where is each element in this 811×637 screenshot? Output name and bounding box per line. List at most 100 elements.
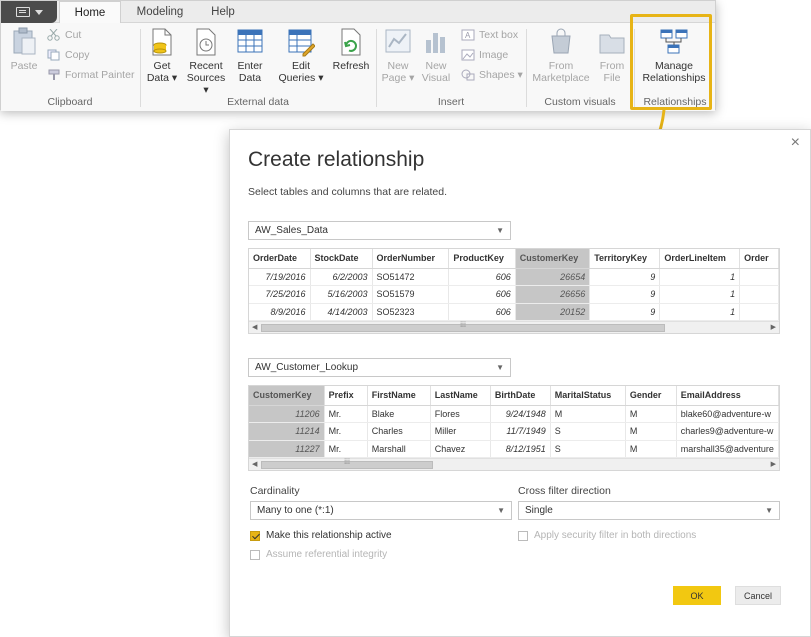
- table-cell: 5/16/2003: [310, 285, 373, 304]
- shapes-label: Shapes ▾: [479, 69, 523, 81]
- table1-preview: OrderDate StockDate OrderNumber ProductKey C…: [249, 249, 779, 321]
- table-cell: M: [625, 422, 677, 441]
- scroll-thumb[interactable]: ⁞⁞⁞: [261, 322, 665, 332]
- image-button[interactable]: Image: [461, 49, 508, 61]
- table-cell: S: [550, 440, 626, 458]
- column-header[interactable]: EmailAddress: [676, 386, 779, 406]
- table-cell: Marshall: [367, 440, 431, 458]
- table-cell: Mr.: [324, 422, 368, 441]
- column-header[interactable]: CustomerKey: [515, 249, 591, 269]
- column-header[interactable]: MaritalStatus: [550, 386, 626, 406]
- table-cell: 1: [659, 285, 741, 304]
- table2-scrollbar[interactable]: ◀ ⁞⁞⁞ ▶: [249, 458, 779, 470]
- table1-select-value: AW_Sales_Data: [255, 225, 328, 236]
- dialog-subtitle: Select tables and columns that are relat…: [248, 186, 448, 198]
- from-file-button[interactable]: From File: [595, 27, 629, 84]
- caret-down-icon: [34, 9, 43, 15]
- get-data-button[interactable]: Get Data ▾: [145, 27, 179, 84]
- copy-icon: [47, 49, 60, 61]
- cardinality-select[interactable]: Many to one (*:1) ▼: [250, 501, 512, 520]
- table2-select[interactable]: AW_Customer_Lookup ▼: [248, 358, 511, 377]
- column-header[interactable]: ProductKey: [448, 249, 516, 269]
- cancel-button[interactable]: Cancel: [735, 586, 781, 605]
- column-header[interactable]: StockDate: [310, 249, 373, 269]
- column-header[interactable]: Prefix: [324, 386, 368, 406]
- security-filter-label: Apply security filter in both directions: [534, 530, 697, 541]
- enter-data-label-1: Enter: [237, 60, 263, 72]
- table-cell: Miller: [430, 422, 491, 441]
- new-page-button[interactable]: New Page ▾: [381, 27, 415, 84]
- format-painter-button[interactable]: Format Painter: [47, 69, 134, 81]
- shapes-button[interactable]: Shapes ▾: [461, 69, 523, 81]
- file-menu-button[interactable]: [1, 1, 57, 23]
- security-filter-checkbox[interactable]: Apply security filter in both directions: [518, 530, 696, 541]
- close-icon[interactable]: ×: [791, 134, 800, 152]
- recent-sources-button[interactable]: Recent Sources ▾: [183, 27, 229, 96]
- table-cell: 6/2/2003: [310, 268, 373, 286]
- relationships-icon: [660, 29, 688, 54]
- tab-help[interactable]: Help: [199, 1, 247, 23]
- enter-data-label-2: Data: [238, 72, 262, 84]
- recent-sources-label-1: Recent: [189, 60, 223, 72]
- cross-filter-label: Cross filter direction: [518, 485, 611, 497]
- table-cell: Blake: [367, 405, 431, 423]
- manage-relationships-button[interactable]: Manage Relationships: [637, 27, 711, 84]
- table1-select[interactable]: AW_Sales_Data ▼: [248, 221, 511, 240]
- column-header[interactable]: LastName: [430, 386, 491, 406]
- table-cell: M: [625, 440, 677, 458]
- table-cell: 9: [589, 285, 661, 304]
- recent-sources-label-2: Sources ▾: [186, 72, 226, 96]
- column-header[interactable]: FirstName: [367, 386, 431, 406]
- new-visual-button[interactable]: New Visual: [419, 27, 453, 84]
- table-cell: 606: [448, 303, 516, 321]
- active-relationship-checkbox[interactable]: Make this relationship active: [250, 530, 392, 541]
- table-cell: 26656: [515, 285, 591, 304]
- paste-icon: [13, 27, 36, 55]
- table-cell: Mr.: [324, 405, 368, 423]
- scroll-left-icon[interactable]: ◀: [252, 460, 257, 468]
- scroll-right-icon[interactable]: ▶: [771, 460, 776, 468]
- column-header[interactable]: OrderDate: [249, 249, 311, 269]
- table-cell: 11206: [249, 405, 325, 423]
- active-relationship-label: Make this relationship active: [266, 530, 392, 541]
- scroll-left-icon[interactable]: ◀: [252, 323, 257, 331]
- new-page-label-2: Page ▾: [381, 72, 415, 84]
- table-cell: 11/7/1949: [490, 422, 551, 441]
- table-cell: 11227: [249, 440, 325, 458]
- table1-scrollbar[interactable]: ◀ ⁞⁞⁞ ▶: [249, 321, 779, 333]
- create-relationship-dialog: × Create relationship Select tables and …: [229, 129, 811, 637]
- chevron-down-icon: ▼: [765, 506, 773, 515]
- tab-modeling[interactable]: Modeling: [125, 1, 195, 23]
- cross-filter-select[interactable]: Single ▼: [518, 501, 780, 520]
- paste-button[interactable]: Paste: [7, 27, 41, 72]
- edit-queries-label-2: Queries ▾: [278, 72, 324, 84]
- table2-preview: CustomerKey Prefix FirstName LastName BirthD…: [249, 386, 779, 458]
- column-header[interactable]: Order: [739, 249, 779, 269]
- enter-data-button[interactable]: Enter Data: [233, 27, 267, 84]
- scroll-thumb[interactable]: ⁞⁞⁞: [261, 459, 433, 469]
- column-header[interactable]: TerritoryKey: [589, 249, 661, 269]
- from-marketplace-label-2: Marketplace: [532, 72, 590, 84]
- referential-integrity-checkbox[interactable]: Assume referential integrity: [250, 549, 387, 560]
- tab-home[interactable]: Home: [59, 1, 121, 24]
- column-header[interactable]: OrderLineItem: [659, 249, 741, 269]
- copy-button[interactable]: Copy: [47, 49, 90, 61]
- text-box-button[interactable]: A Text box: [461, 29, 518, 41]
- refresh-button[interactable]: Refresh: [331, 27, 371, 72]
- table-cell: M: [550, 405, 626, 423]
- format-painter-label: Format Painter: [65, 69, 135, 81]
- column-header[interactable]: CustomerKey: [249, 386, 325, 406]
- ribbon-tabbar: Home Modeling Help: [1, 1, 715, 24]
- checkbox-icon: [250, 549, 260, 560]
- image-icon: [461, 49, 475, 61]
- column-header[interactable]: Gender: [625, 386, 677, 406]
- scroll-right-icon[interactable]: ▶: [771, 323, 776, 331]
- edit-queries-button[interactable]: Edit Queries ▾: [277, 27, 325, 84]
- column-header[interactable]: OrderNumber: [372, 249, 450, 269]
- from-marketplace-button[interactable]: From Marketplace: [531, 27, 591, 84]
- column-header[interactable]: BirthDate: [490, 386, 551, 406]
- ok-button[interactable]: OK: [673, 586, 721, 605]
- cut-button[interactable]: Cut: [47, 29, 81, 41]
- folder-icon: [599, 34, 625, 54]
- text-box-label: Text box: [479, 29, 519, 41]
